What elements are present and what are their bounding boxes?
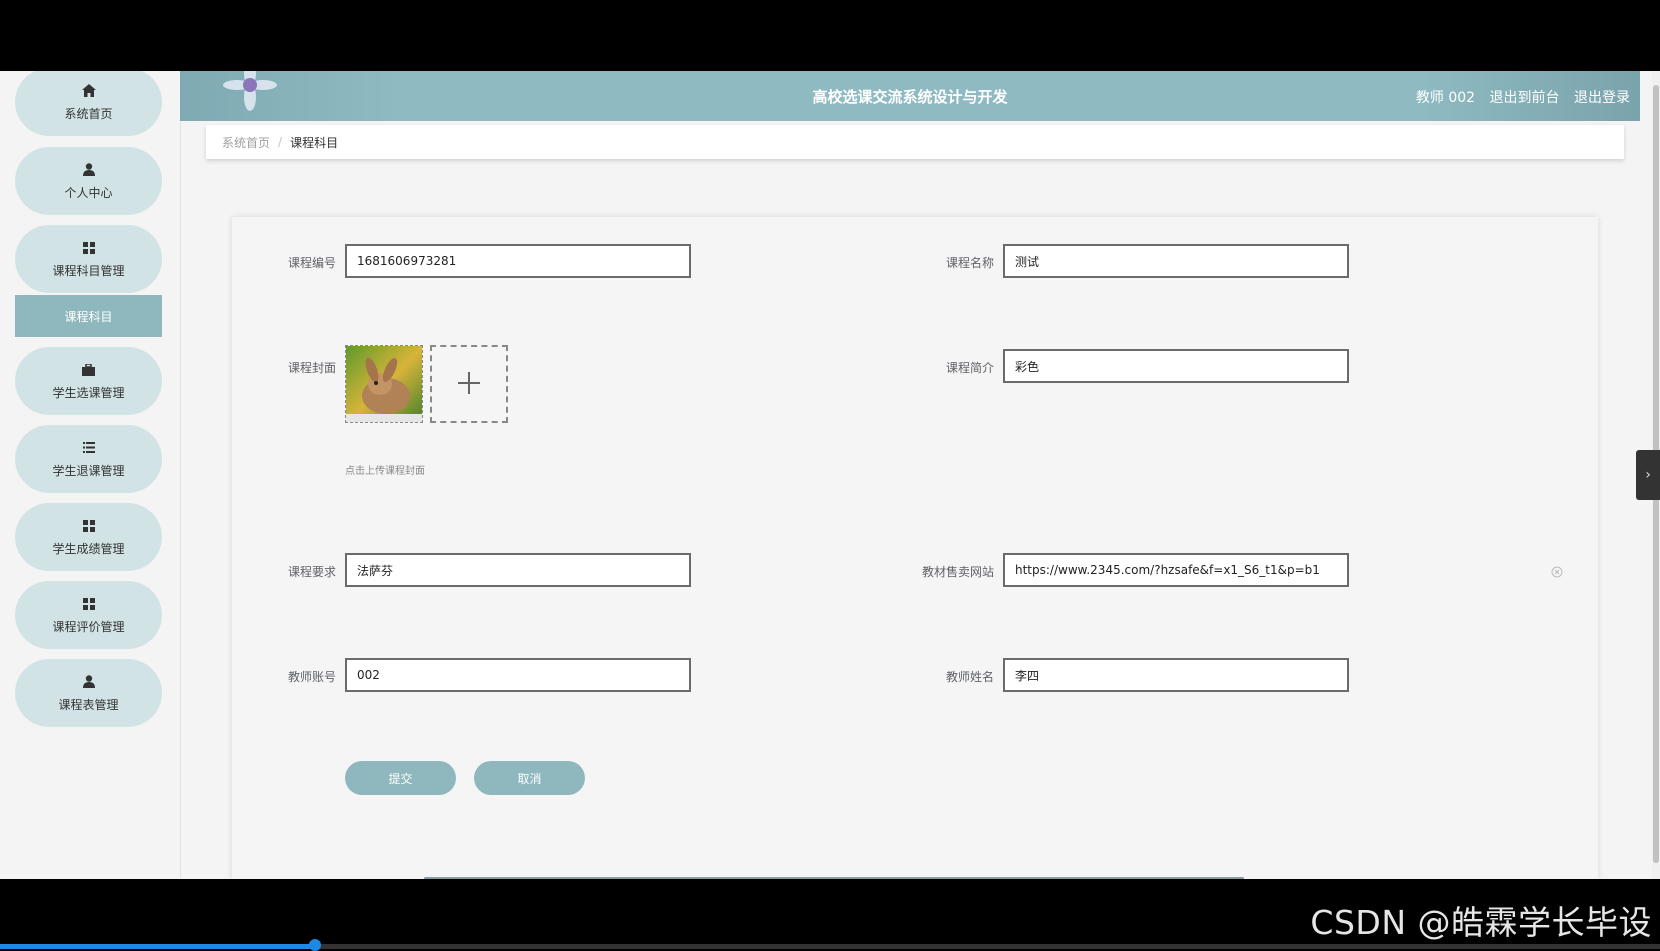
cover-image-thumbnail[interactable] (345, 345, 423, 423)
logout-link[interactable]: 退出登录 (1574, 90, 1630, 106)
sidebar-item-label: 个人中心 (64, 185, 113, 200)
chevron-right-icon: › (1645, 467, 1651, 483)
sidebar-item-student-grades-management[interactable]: 学生成绩管理 (15, 503, 162, 571)
plus-icon (457, 364, 481, 404)
sidebar-item-label: 课程表管理 (58, 697, 119, 712)
breadcrumb-separator: / (278, 135, 283, 149)
sidebar-subitem-course-subject[interactable]: 课程科目 (15, 295, 162, 337)
home-icon (81, 83, 97, 99)
sidebar-item-personal-center[interactable]: 个人中心 (15, 147, 162, 215)
top-header: 高校选课交流系统设计与开发 教师 002 退出到前台 退出登录 (180, 71, 1640, 121)
sidebar-item-label: 学生成绩管理 (52, 541, 125, 556)
app-window: 系统首页 个人中心 课程科目管理 课程科目 学生选课管理 学生退课管理 学生成绩… (0, 71, 1660, 879)
rabbit-photo-icon (346, 346, 422, 422)
video-progress-fill (0, 944, 315, 949)
sidebar-item-student-enrollment-management[interactable]: 学生选课管理 (15, 347, 162, 415)
breadcrumb-home[interactable]: 系统首页 (222, 134, 270, 151)
course-name-label: 课程名称 (945, 256, 994, 270)
video-progress-knob[interactable] (309, 939, 321, 951)
briefcase-icon (81, 362, 97, 378)
breadcrumb-current: 课程科目 (290, 135, 339, 150)
sidebar-item-label: 学生选课管理 (52, 385, 125, 400)
course-no-input[interactable] (345, 244, 691, 278)
header-user-links: 教师 002 退出到前台 退出登录 (1406, 87, 1630, 107)
sidebar-item-student-drop-management[interactable]: 学生退课管理 (15, 425, 162, 493)
requirement-label: 课程要求 (287, 565, 336, 579)
current-user: 教师 002 (1415, 90, 1476, 106)
book-site-input[interactable] (1003, 553, 1349, 587)
sidebar-item-label: 课程科目管理 (52, 263, 125, 278)
course-form-card: 课程编号 课程名称 课程封面 (232, 217, 1598, 879)
cover-label: 课程封面 (287, 361, 336, 375)
sidebar-item-course-subject-management[interactable]: 课程科目管理 (15, 225, 162, 293)
sidebar-item-timetable-management[interactable]: 课程表管理 (15, 659, 162, 727)
sidebar: 系统首页 个人中心 课程科目管理 课程科目 学生选课管理 学生退课管理 学生成绩… (0, 71, 181, 879)
watermark-text: CSDN @皓霖学长毕设 (1310, 903, 1652, 942)
grid-icon (81, 240, 97, 256)
cover-upload-hint: 点击上传课程封面 (345, 466, 425, 477)
sidebar-item-label: 学生退课管理 (52, 463, 125, 478)
teacher-account-label: 教师账号 (287, 670, 336, 684)
user-icon (81, 674, 97, 690)
course-name-input[interactable] (1003, 244, 1349, 278)
sidebar-item-label: 课程评价管理 (52, 619, 125, 634)
teacher-name-input[interactable] (1003, 658, 1349, 692)
clear-circle-icon[interactable] (1551, 563, 1563, 578)
submit-button[interactable]: 提交 (345, 761, 456, 795)
user-icon (81, 162, 97, 178)
book-site-label: 教材售卖网站 (921, 565, 994, 579)
breadcrumb: 系统首页 / 课程科目 (206, 125, 1624, 159)
video-top-letterbox (0, 0, 1660, 71)
side-panel-toggle[interactable]: › (1636, 450, 1660, 500)
cancel-button[interactable]: 取消 (474, 761, 585, 795)
sidebar-item-home[interactable]: 系统首页 (15, 71, 162, 136)
grid-icon (81, 596, 97, 612)
back-to-front-link[interactable]: 退出到前台 (1490, 90, 1560, 106)
grid-icon (81, 518, 97, 534)
sidebar-item-label: 系统首页 (64, 106, 113, 121)
requirement-input[interactable] (345, 553, 691, 587)
teacher-name-label: 教师姓名 (945, 670, 994, 684)
intro-label: 课程简介 (945, 361, 994, 375)
teacher-account-input[interactable] (345, 658, 691, 692)
list-icon (81, 440, 97, 456)
sidebar-item-course-evaluation-management[interactable]: 课程评价管理 (15, 581, 162, 649)
intro-input[interactable] (1003, 349, 1349, 383)
cover-upload-button[interactable] (430, 345, 508, 423)
course-no-label: 课程编号 (287, 256, 336, 270)
